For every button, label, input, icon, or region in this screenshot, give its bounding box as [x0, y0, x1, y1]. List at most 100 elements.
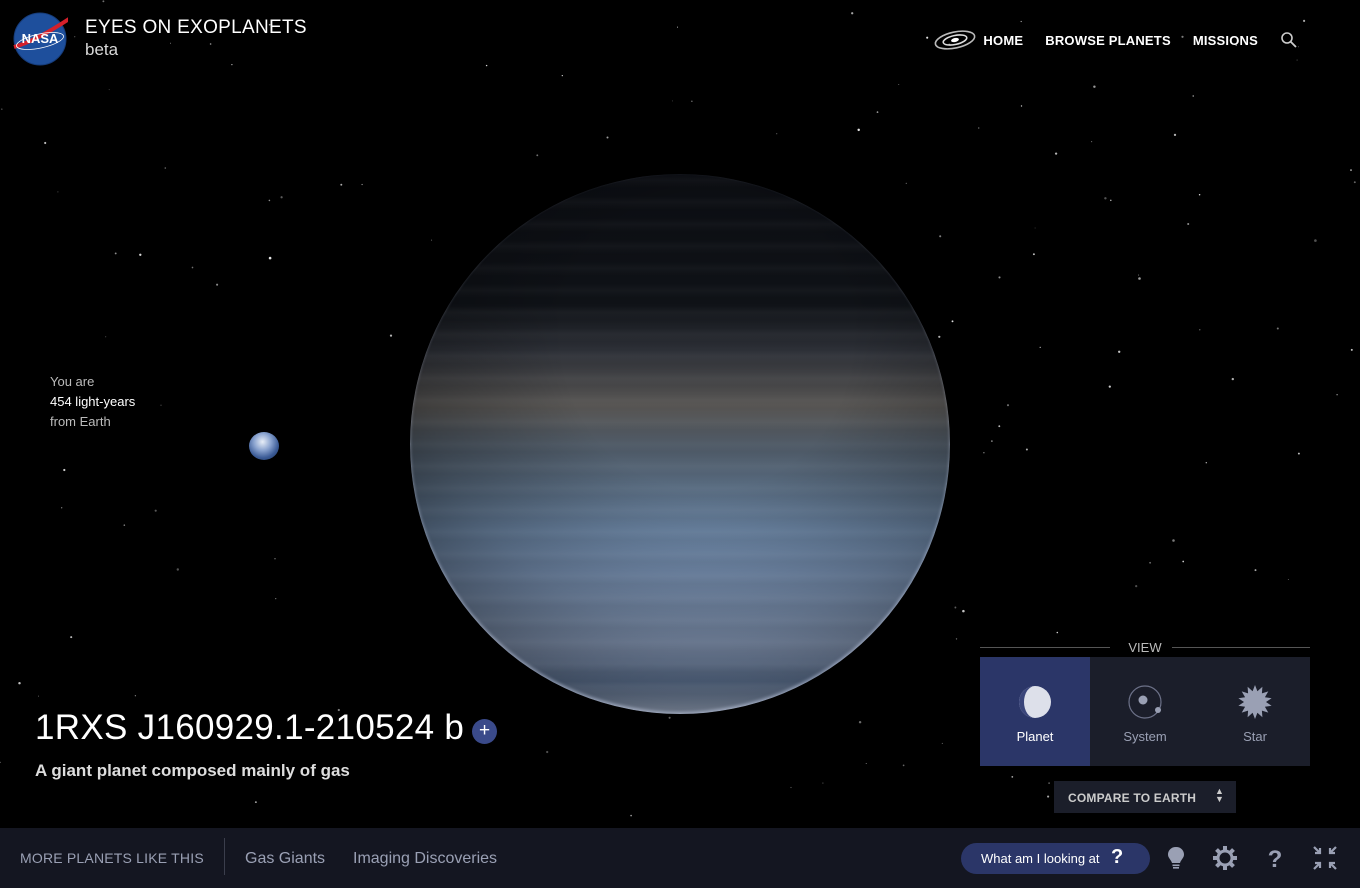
- star-dot: [1254, 569, 1257, 572]
- star-dot: [1187, 222, 1190, 226]
- galaxy-icon[interactable]: [933, 28, 977, 52]
- view-system-label: System: [1123, 729, 1167, 744]
- star-dot: [851, 12, 854, 15]
- question-mark-icon: ?: [1111, 846, 1124, 868]
- more-planets-label: MORE PLANETS LIKE THIS: [20, 850, 204, 866]
- star-dot: [1104, 197, 1107, 200]
- star-dot: [668, 716, 671, 719]
- star-dot: [1054, 152, 1058, 155]
- view-planet-button[interactable]: Planet: [980, 657, 1090, 766]
- star-dot: [431, 239, 433, 241]
- exoplanet-render[interactable]: [410, 174, 950, 714]
- star-dot: [998, 425, 1001, 428]
- star-dot: [1298, 46, 1299, 48]
- star-dot: [865, 763, 867, 764]
- star-dot: [776, 133, 778, 135]
- star-dot: [216, 283, 219, 286]
- star-dot: [38, 695, 39, 697]
- star-dot: [164, 167, 167, 169]
- star-dot: [1056, 631, 1059, 634]
- star-dot: [191, 266, 194, 269]
- nav-missions[interactable]: MISSIONS: [1193, 33, 1258, 48]
- svg-text:?: ?: [1268, 846, 1283, 872]
- star-dot: [926, 36, 929, 39]
- star-dot: [1173, 133, 1177, 137]
- distance-prefix: You are: [50, 374, 95, 389]
- top-nav: HOME BROWSE PLANETS MISSIONS: [933, 26, 1298, 54]
- star-dot: [275, 597, 277, 600]
- star-dot: [1350, 348, 1353, 351]
- star-dot: [938, 335, 941, 338]
- view-planet-label: Planet: [1016, 729, 1054, 744]
- star-dot: [991, 440, 993, 442]
- star-dot: [1205, 461, 1208, 464]
- planet-name: 1RXS J160929.1-210524 b: [35, 708, 465, 747]
- category-gas-giants[interactable]: Gas Giants: [245, 850, 325, 868]
- star-dot: [268, 256, 272, 260]
- star-dot: [1034, 227, 1036, 229]
- lightbulb-icon[interactable]: [1162, 844, 1190, 872]
- star-dot: [1149, 561, 1152, 564]
- footer-divider: [224, 838, 225, 875]
- star-dot: [1276, 327, 1279, 330]
- footer-bar: MORE PLANETS LIKE THIS Gas Giants Imagin…: [0, 828, 1360, 888]
- star-dot: [123, 524, 126, 526]
- star-dot: [1138, 274, 1140, 276]
- star-dot: [61, 507, 63, 509]
- view-star-button[interactable]: Star: [1200, 657, 1310, 766]
- star-dot: [536, 154, 539, 157]
- star-dot: [1108, 385, 1111, 388]
- star-dot: [1093, 85, 1096, 88]
- star-dot: [1039, 346, 1041, 349]
- star-dot: [1020, 20, 1022, 23]
- star-dot: [1192, 95, 1194, 97]
- nav-browse-planets[interactable]: BROWSE PLANETS: [1045, 33, 1171, 48]
- category-imaging-discoveries[interactable]: Imaging Discoveries: [353, 850, 497, 868]
- star-dot: [951, 320, 954, 323]
- search-icon[interactable]: [1280, 31, 1298, 49]
- distance-value: 454 light-years: [50, 394, 136, 409]
- gear-icon[interactable]: [1211, 844, 1239, 872]
- planet-icon: [1019, 686, 1051, 718]
- star-dot: [485, 64, 488, 67]
- star-dot: [671, 100, 673, 102]
- star-dot: [1020, 105, 1023, 107]
- star-dot: [898, 83, 900, 86]
- star-dot: [268, 199, 271, 202]
- star-dot: [105, 336, 107, 338]
- compare-to-earth-button[interactable]: COMPARE TO EARTH ▲ ▼: [1054, 781, 1236, 813]
- star-dot: [1, 108, 3, 110]
- star-dot: [1032, 253, 1035, 256]
- star-dot: [1048, 782, 1050, 784]
- star-dot: [154, 509, 157, 512]
- add-planet-button[interactable]: +: [472, 719, 497, 744]
- nasa-logo[interactable]: NASA: [12, 11, 68, 67]
- star-dot: [44, 141, 47, 145]
- distance-readout: You are 454 light-years from Earth: [50, 372, 135, 432]
- star-dot: [1006, 404, 1010, 407]
- help-icon[interactable]: ?: [1261, 844, 1289, 872]
- star-dot: [63, 468, 66, 472]
- star-dot: [1172, 539, 1175, 542]
- earth-marker[interactable]: [249, 432, 279, 460]
- star-dot: [274, 558, 276, 560]
- star-dot: [1091, 141, 1093, 143]
- view-system-button[interactable]: System: [1090, 657, 1200, 766]
- star-dot: [1118, 350, 1121, 353]
- star-dot: [1198, 193, 1201, 196]
- star-dot: [1297, 452, 1300, 455]
- view-selector: Planet System Star: [980, 657, 1310, 766]
- star-dot: [18, 681, 21, 685]
- star-dot: [677, 26, 678, 28]
- fullscreen-icon[interactable]: [1311, 844, 1339, 872]
- star-dot: [902, 764, 905, 767]
- star-dot: [876, 111, 879, 113]
- star-dot: [998, 276, 1001, 279]
- star-dot: [955, 638, 958, 640]
- what-am-i-looking-at-button[interactable]: What am I looking at ?: [961, 843, 1150, 874]
- star-dot: [1353, 181, 1356, 184]
- view-heading: VIEW: [1128, 640, 1162, 655]
- nav-home[interactable]: HOME: [983, 33, 1023, 48]
- star-dot: [108, 89, 110, 91]
- star-dot: [254, 801, 257, 804]
